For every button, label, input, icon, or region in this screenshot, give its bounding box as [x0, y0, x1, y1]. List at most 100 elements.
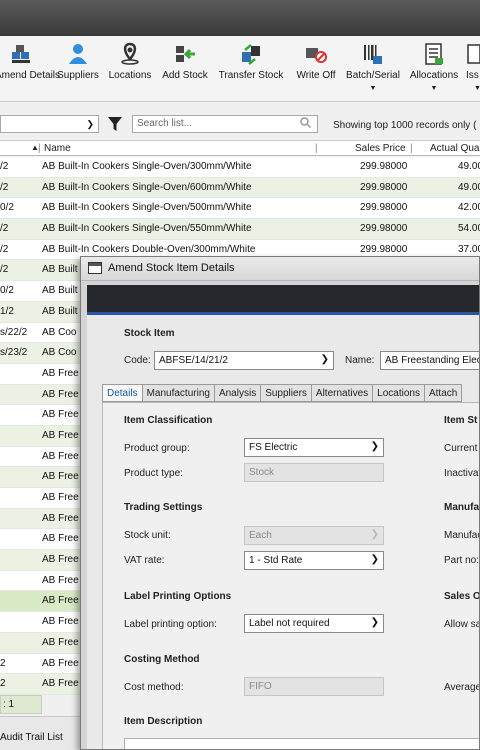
product-type-label: Product type: [124, 468, 183, 479]
amend-stock-item-dialog: Amend Stock Item Details Stock Item Code… [80, 256, 480, 750]
dialog-title: Amend Stock Item Details [108, 262, 235, 274]
chevron-down-icon: ❯ [86, 119, 94, 129]
tab-alternatives[interactable]: Alternatives [311, 384, 374, 402]
issue-icon [466, 42, 480, 66]
cell-name: AB Built [42, 305, 78, 317]
batch-serial-label: Batch/Serial [346, 70, 400, 81]
cell-name: AB Free [42, 409, 79, 421]
allocations-button[interactable]: Allocations ▼ [406, 36, 462, 102]
cell-name: AB Free [42, 512, 79, 524]
batch-serial-dropdown-icon[interactable]: ▼ [343, 85, 403, 92]
current-status-label: Current [444, 443, 478, 454]
cell-price: 299.98000 [360, 243, 408, 255]
issue-button[interactable]: Iss ▼ [466, 36, 480, 102]
dialog-tabs: Details Manufacturing Analysis Suppliers Alt… [102, 384, 463, 402]
name-value: AB Freestanding Elec [385, 355, 480, 366]
search-input[interactable]: Search list... [132, 115, 318, 133]
cell-code: 0/2 [0, 202, 14, 214]
code-field[interactable]: ABFSE/14/21/2 ❯ [154, 351, 334, 370]
add-stock-label: Add Stock [162, 70, 208, 81]
cell-name: AB Free [42, 616, 79, 628]
cell-name: AB Free [42, 450, 79, 462]
allocations-label: Allocations [409, 70, 459, 81]
cell-qty: 42.00 [458, 202, 480, 214]
locations-icon [118, 42, 142, 66]
batch-serial-button[interactable]: Batch/Serial ▼ [343, 36, 403, 102]
table-row[interactable]: /2 AB Built-In Cookers Single-Oven/300mm/… [0, 157, 480, 178]
allocations-icon [422, 42, 446, 66]
toolbar-ribbon: Amend Details Suppliers Locations Add St… [0, 36, 480, 102]
chevron-down-icon: ❯ [370, 441, 379, 452]
search-placeholder: Search list... [137, 118, 193, 129]
cell-name: AB Free [42, 678, 79, 690]
vat-rate-select[interactable]: 1 - Std Rate ❯ [244, 551, 384, 570]
cell-name: AB Built [42, 285, 78, 297]
issue-label: Iss [466, 70, 479, 81]
cell-name: AB Free [42, 533, 79, 545]
record-count: : 1 [0, 695, 42, 714]
write-off-icon [304, 42, 328, 66]
cost-method-value: FIFO [249, 681, 272, 692]
stock-unit-value: Each [249, 530, 272, 541]
cell-qty: 49.00 [458, 161, 480, 172]
record-limit-text: Showing top 1000 records only ( [333, 120, 477, 131]
table-row[interactable]: /2 AB Built-In Cookers Single-Oven/550mm/… [0, 219, 480, 240]
transfer-stock-label: Transfer Stock [218, 70, 284, 81]
add-stock-icon [173, 42, 197, 66]
tab-suppliers[interactable]: Suppliers [261, 384, 312, 402]
column-divider: | [315, 143, 318, 154]
locations-button[interactable]: Locations [106, 36, 154, 102]
code-value: ABFSE/14/21/2 [159, 355, 228, 366]
column-header-sales-price[interactable]: Sales Price [355, 143, 406, 154]
table-row[interactable]: /2 AB Built-In Cookers Single-Oven/600mm/… [0, 177, 480, 199]
table-row[interactable]: 0/2 AB Built-In Cookers Single-Oven/500mm… [0, 198, 480, 220]
suppliers-button[interactable]: Suppliers [54, 36, 102, 102]
column-divider: | [410, 143, 413, 154]
cell-name: AB Free [42, 657, 79, 669]
name-field[interactable]: AB Freestanding Elec [380, 351, 480, 370]
chevron-down-icon: ❯ [370, 617, 379, 628]
write-off-label: Write Off [296, 70, 336, 81]
name-label: Name: [345, 355, 375, 366]
tab-details[interactable]: Details [102, 384, 143, 402]
amend-details-icon [9, 42, 33, 66]
item-description-heading: Item Description [124, 716, 203, 727]
inactivate-label: Inactivat [444, 468, 480, 479]
cell-qty: 54.00 [458, 223, 480, 235]
product-type-field: Stock [244, 463, 384, 482]
cell-name: AB Built-In Cookers Single-Oven/300mm/Wh… [42, 161, 252, 172]
tab-analysis[interactable]: Analysis [214, 384, 262, 402]
tab-attachments[interactable]: Attach [424, 384, 463, 402]
tab-locations[interactable]: Locations [373, 384, 425, 402]
issue-dropdown-icon[interactable]: ▼ [466, 85, 480, 92]
code-label: Code: [124, 355, 151, 366]
cell-price: 299.98000 [360, 161, 408, 172]
write-off-button[interactable]: Write Off [292, 36, 340, 102]
product-type-value: Stock [249, 467, 275, 478]
allocations-dropdown-icon[interactable]: ▼ [406, 85, 462, 92]
cell-code: /2 [0, 243, 9, 255]
trading-settings-heading: Trading Settings [124, 502, 203, 513]
view-select[interactable]: ❯ [0, 115, 99, 133]
column-header-name[interactable]: Name [44, 143, 71, 154]
item-description-field[interactable] [124, 738, 479, 749]
add-stock-button[interactable]: Add Stock [159, 36, 211, 102]
cell-code: 1/2 [0, 305, 14, 317]
audit-trail-link[interactable]: Audit Trail List [0, 732, 80, 743]
label-printing-option-select[interactable]: Label not required ❯ [244, 614, 384, 633]
cell-name: AB Free [42, 388, 79, 400]
batch-serial-icon [361, 42, 385, 66]
tab-manufacturing[interactable]: Manufacturing [142, 384, 215, 402]
stock-unit-label: Stock unit: [124, 530, 171, 541]
transfer-stock-button[interactable]: Transfer Stock [215, 36, 287, 102]
amend-details-label: Amend Details [0, 70, 61, 81]
transfer-stock-icon [239, 42, 263, 66]
product-group-select[interactable]: FS Electric ❯ [244, 438, 384, 457]
dialog-title-bar[interactable]: Amend Stock Item Details [81, 257, 479, 281]
cell-code: /2 [0, 181, 9, 193]
column-header-actual-qty[interactable]: Actual Qua [430, 143, 479, 154]
filter-icon[interactable] [107, 116, 123, 135]
amend-details-button[interactable]: Amend Details [0, 36, 61, 102]
cell-name: AB Free [42, 367, 79, 379]
search-icon[interactable] [300, 117, 312, 129]
